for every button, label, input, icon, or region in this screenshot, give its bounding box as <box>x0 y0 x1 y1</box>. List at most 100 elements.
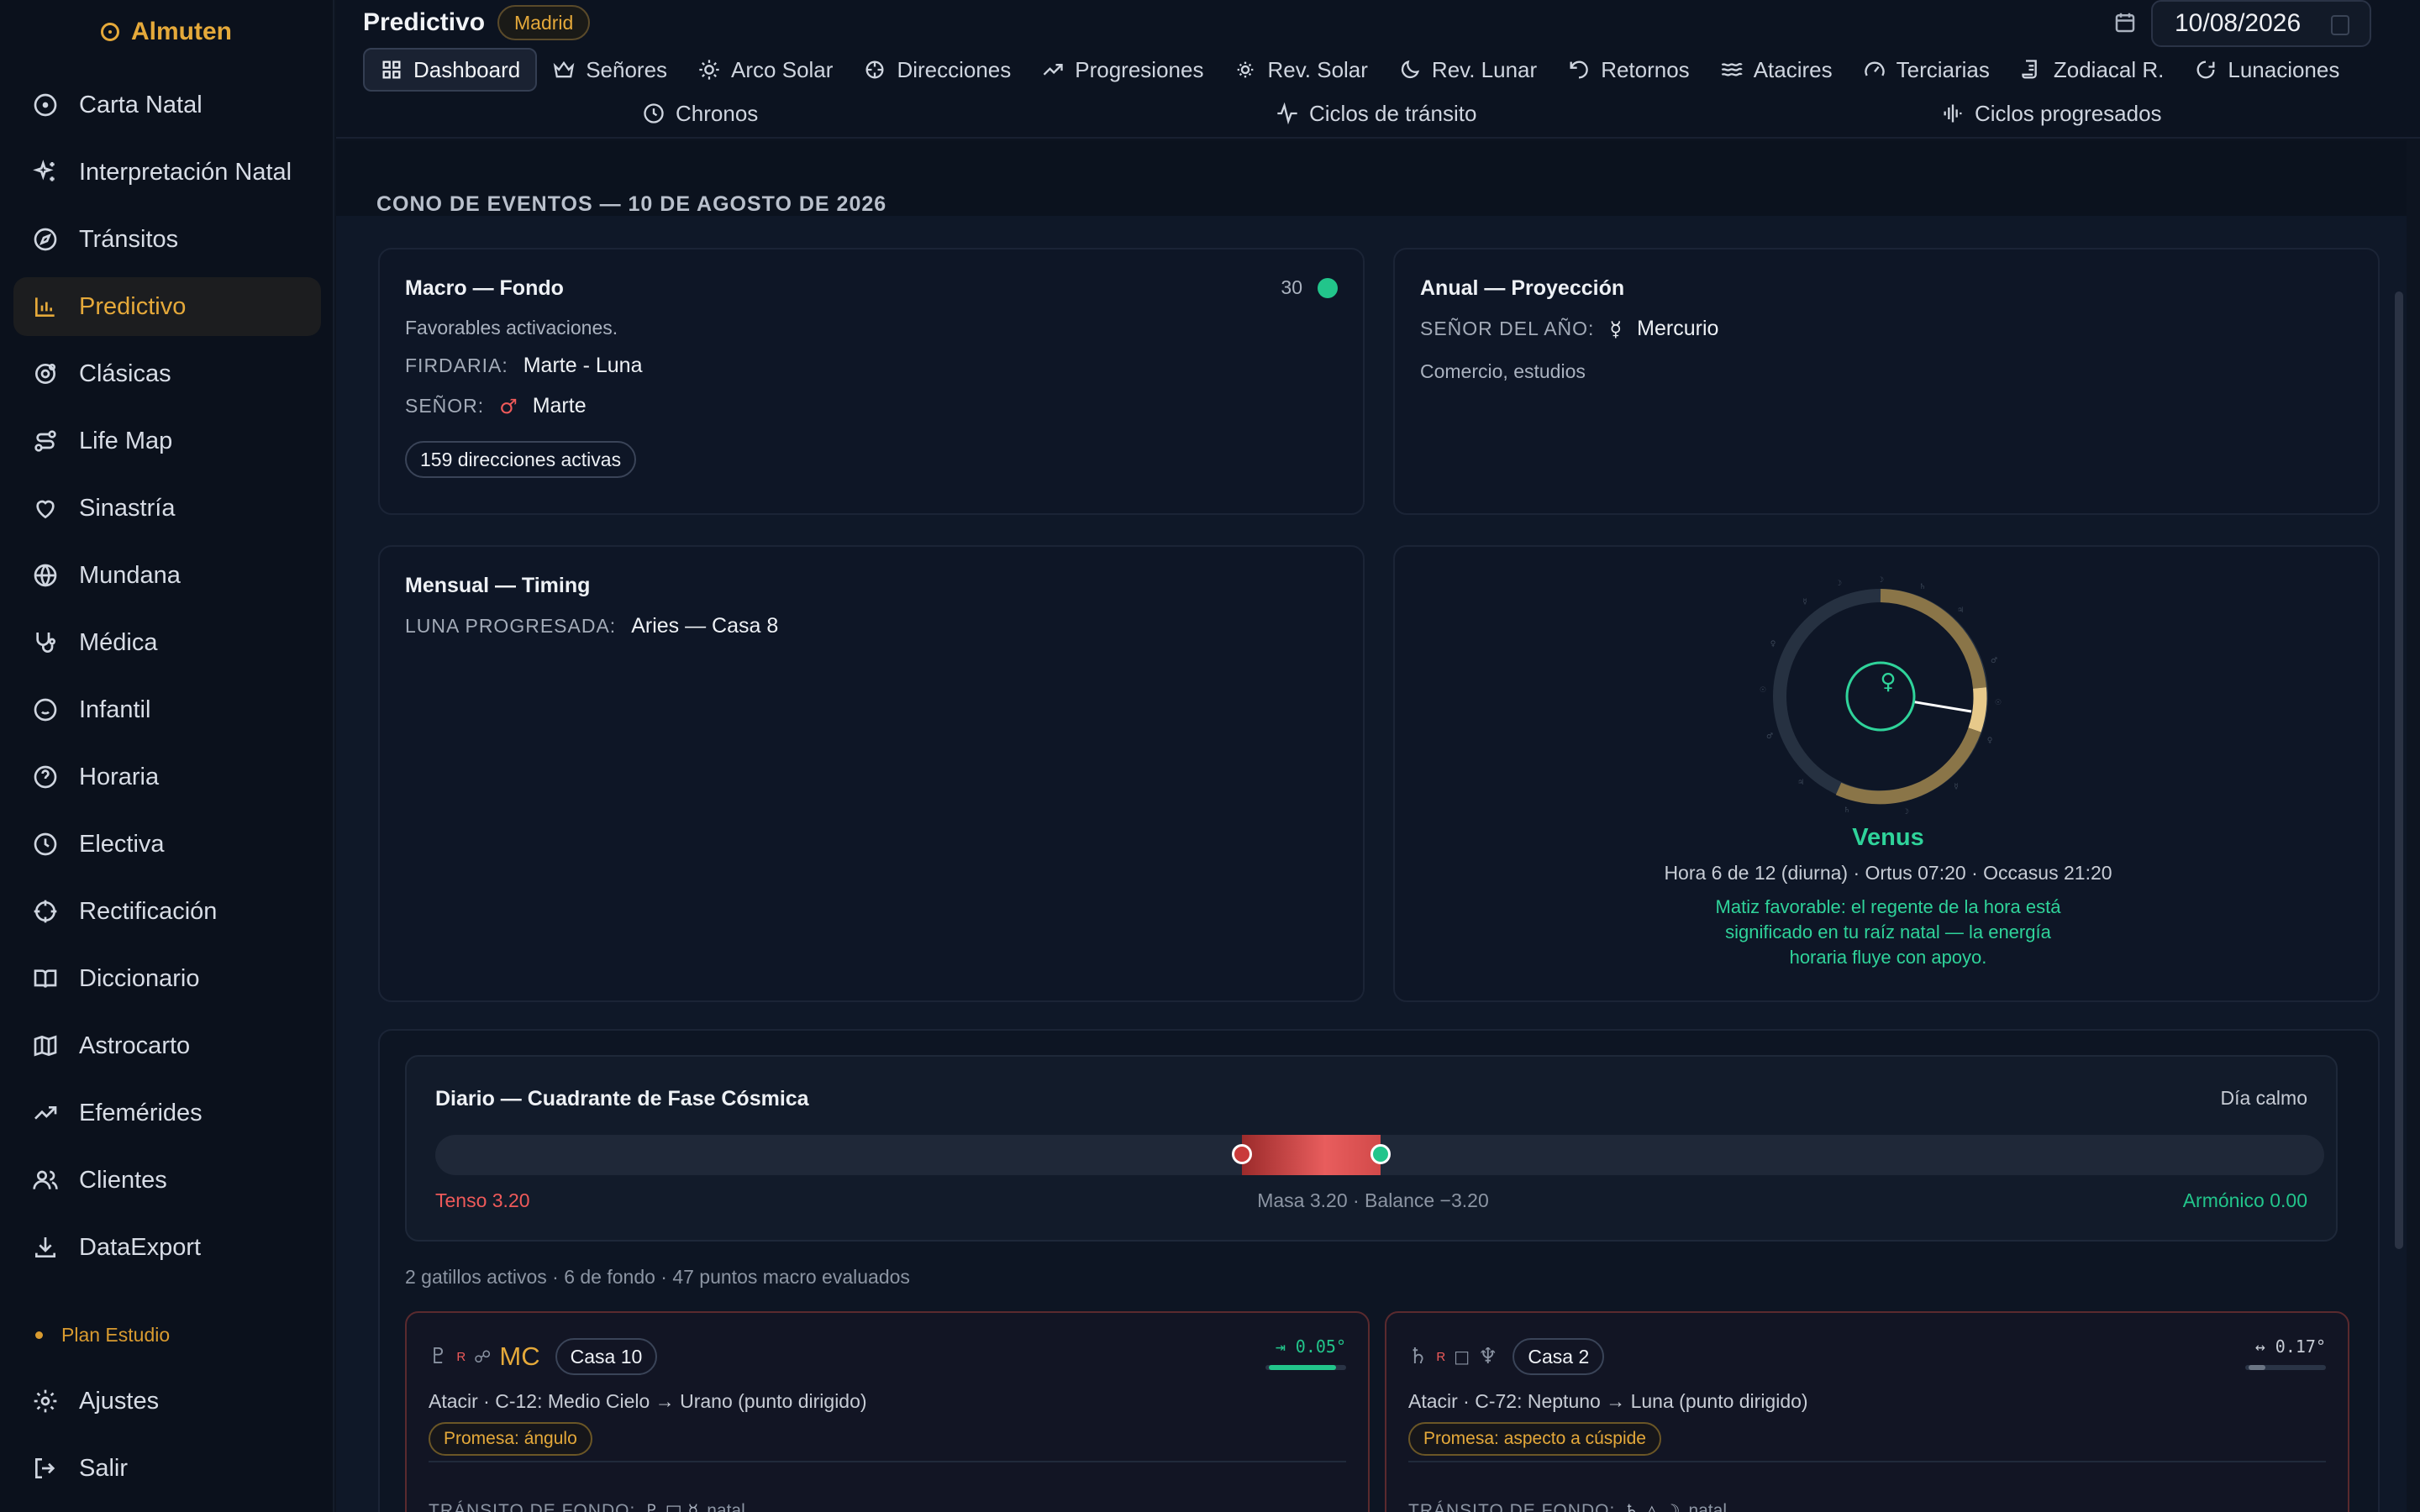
tab-label: Terciarias <box>1896 56 1990 82</box>
sidebar-item-label: Life Map <box>79 427 173 454</box>
crown-icon <box>553 60 575 78</box>
svg-text:♄: ♄ <box>1919 583 1926 591</box>
tab-lunaciones[interactable]: Lunaciones <box>2179 48 2354 92</box>
tab-label: Arco Solar <box>731 56 834 82</box>
fondo-row: TRÁNSITO DE FONDO: ♄ △ ☽ natal <box>1408 1501 1727 1512</box>
svg-text:☿: ☿ <box>1802 598 1807 606</box>
sidebar-item-astrocarto[interactable]: Astrocarto <box>13 1016 321 1075</box>
sidebar-item-dataexport[interactable]: DataExport <box>13 1218 321 1277</box>
sidebar-item-label: Mundana <box>79 561 181 589</box>
brand-logo[interactable]: Almuten <box>101 15 232 49</box>
tab-dashboard[interactable]: Dashboard <box>363 48 538 92</box>
senor-anio-label: SEÑOR DEL AÑO: <box>1420 318 1595 339</box>
trigger-card[interactable]: ♇ R ☍ MC Casa 10 ⇥ 0.05° Atacir · C-12: … <box>405 1311 1370 1512</box>
trigger-card[interactable]: ♄ R □ ♆ Casa 2 ↔ 0.17° Atacir · C-72: Ne… <box>1385 1311 2349 1512</box>
sidebar-item-medica[interactable]: Médica <box>13 613 321 672</box>
tab-rev-solar[interactable]: Rev. Solar <box>1218 48 1382 92</box>
tab-label: Señores <box>586 56 668 82</box>
sidebar-item-label: Efemérides <box>79 1099 203 1126</box>
sidebar-item-label: Clásicas <box>79 360 171 387</box>
svg-text:☽: ☽ <box>1902 808 1909 816</box>
sidebar-item-sinastria[interactable]: Sinastría <box>13 479 321 538</box>
sidebar-bottom-nav: Ajustes Salir <box>13 1372 321 1506</box>
fondo-label: TRÁNSITO DE FONDO: <box>1408 1501 1616 1512</box>
orb-value: ↔ 0.17° <box>2254 1336 2326 1357</box>
tenso-knob[interactable] <box>1232 1144 1252 1164</box>
tab-terciarias[interactable]: Terciarias <box>1848 48 2005 92</box>
opposition-icon: ☍ <box>474 1347 492 1367</box>
tab-zodiacal-r[interactable]: Zodiacal R. <box>2005 48 2180 92</box>
pluto-icon: ♇ <box>429 1344 449 1369</box>
sidebar-item-salir[interactable]: Salir <box>13 1439 321 1498</box>
date-input[interactable]: 10/08/2026 <box>2151 0 2371 47</box>
svg-text:♀: ♀ <box>1987 737 1993 745</box>
square-icon: □ <box>1454 1347 1470 1367</box>
trigger-summary: 2 gatillos activos · 6 de fondo · 47 pun… <box>405 1266 910 1288</box>
location-badge[interactable]: Madrid <box>497 5 591 40</box>
sparkles-icon <box>33 160 55 181</box>
retrograde-badge: R <box>1436 1349 1446 1364</box>
hora-card: ☽ ♄ ♃ ♂ ☉ ♀ ☿ ☽ ♄ ♃ ♂ ☉ ♀ ☿ ☽ ♀ Venus Hora 6 de 12… <box>1393 545 2380 1002</box>
bar-chart-icon <box>35 297 55 317</box>
sidebar-item-clasicas[interactable]: Clásicas <box>13 344 321 403</box>
fondo-glyphs: ♇ □ ☿ <box>644 1501 699 1512</box>
plan-badge: Plan Estudio <box>35 1324 170 1347</box>
sidebar-item-label: DataExport <box>79 1233 202 1261</box>
date-picker-icon[interactable] <box>2331 15 2349 35</box>
sidebar-item-diccionario[interactable]: Diccionario <box>13 949 321 1008</box>
sidebar-item-clientes[interactable]: Clientes <box>13 1151 321 1210</box>
tab-label: Atacires <box>1753 56 1833 82</box>
sidebar-item-horaria[interactable]: Horaria <box>13 748 321 806</box>
sidebar-item-carta-natal[interactable]: Carta Natal <box>13 76 321 134</box>
pulse-icon <box>1277 102 1297 125</box>
svg-text:☿: ☿ <box>1954 783 1959 791</box>
tab-rev-lunar[interactable]: Rev. Lunar <box>1383 48 1552 92</box>
house-chip: Casa 10 <box>555 1338 658 1375</box>
mars-icon: ♂ <box>499 394 518 418</box>
tab-retornos[interactable]: Retornos <box>1552 48 1705 92</box>
hour-message: Matiz favorable: el regente de la hora e… <box>1715 896 2061 968</box>
sidebar-item-predictivo[interactable]: Predictivo <box>13 277 321 336</box>
clock-icon <box>34 832 57 856</box>
hour-detail: Hora 6 de 12 (diurna) · Ortus 07:20 · Oc… <box>1664 862 2112 884</box>
sidebar-item-ajustes[interactable]: Ajustes <box>13 1372 321 1431</box>
calendar-icon[interactable] <box>2112 10 2138 35</box>
status-dot-icon <box>1318 277 1338 298</box>
tab-ciclos-progresados[interactable]: Ciclos progresados <box>1926 94 2177 133</box>
tab-label: Chronos <box>676 100 759 126</box>
svg-text:♂: ♂ <box>1766 732 1773 741</box>
tab-senores[interactable]: Señores <box>537 48 682 92</box>
clock-icon <box>644 103 664 123</box>
sidebar-item-infantil[interactable]: Infantil <box>13 680 321 739</box>
globe-icon <box>34 564 57 587</box>
armonico-knob[interactable] <box>1370 1144 1391 1164</box>
scrollbar[interactable] <box>2395 291 2403 1249</box>
sidebar-item-electiva[interactable]: Electiva <box>13 815 321 874</box>
firdaria-row: FIRDARIA: Marte - Luna <box>405 354 642 378</box>
macro-subtitle: Favorables activaciones. <box>405 317 618 339</box>
sidebar-item-interpretacion-natal[interactable]: Interpretación Natal <box>13 143 321 202</box>
tab-ciclos-transito[interactable]: Ciclos de tránsito <box>1260 94 1491 133</box>
sidebar-item-life-map[interactable]: Life Map <box>13 412 321 470</box>
sidebar-item-efemerides[interactable]: Efemérides <box>13 1084 321 1142</box>
sidebar-item-label: Clientes <box>79 1166 167 1194</box>
firdaria-label: FIRDARIA: <box>405 354 508 376</box>
sidebar-item-mundana[interactable]: Mundana <box>13 546 321 605</box>
tab-direcciones[interactable]: Direcciones <box>848 48 1026 92</box>
trigger-header: ♇ R ☍ MC Casa 10 <box>429 1338 658 1375</box>
sidebar-item-rectificacion[interactable]: Rectificación <box>13 882 321 941</box>
tab-progresiones[interactable]: Progresiones <box>1026 48 1218 92</box>
mensual-card: Mensual — Timing LUNA PROGRESADA: Aries … <box>378 545 1365 1002</box>
sidebar-item-label: Tránsitos <box>79 225 179 253</box>
direcciones-chip[interactable]: 159 direcciones activas <box>405 441 637 478</box>
fondo-row: TRÁNSITO DE FONDO: ♇ □ ☿ natal <box>429 1501 745 1512</box>
planetary-hour-wheel: ☽♄♃ ♂☉♀ ☿☽♄ ♃♂☉ ♀☿☽ <box>1760 576 2002 816</box>
fondo-suffix: natal <box>1688 1501 1727 1512</box>
download-icon <box>35 1237 55 1257</box>
tab-chronos[interactable]: Chronos <box>627 94 773 133</box>
tab-atacires[interactable]: Atacires <box>1705 48 1848 92</box>
phase-bar-fill <box>1242 1135 1381 1175</box>
tab-arco-solar[interactable]: Arco Solar <box>682 48 848 92</box>
trigger-description: Atacir · C-72: Neptuno → Luna (punto dir… <box>1408 1390 1808 1412</box>
sidebar-item-transitos[interactable]: Tránsitos <box>13 210 321 269</box>
